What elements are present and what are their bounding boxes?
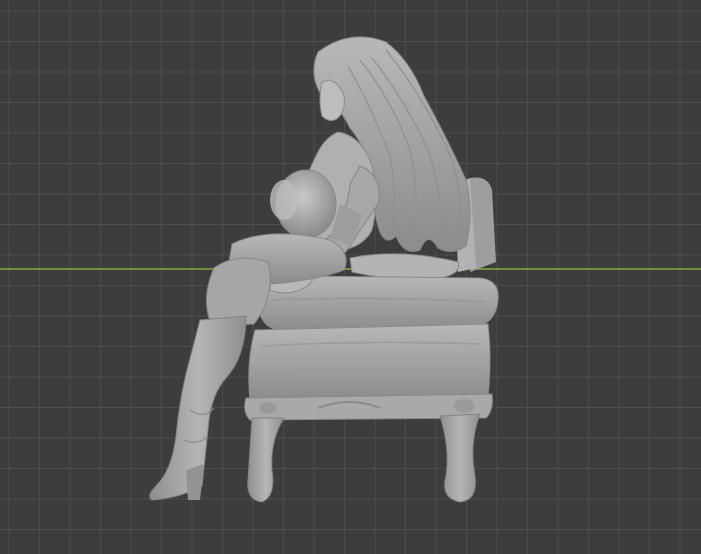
sofa-base: [244, 323, 493, 421]
3d-viewport[interactable]: [0, 0, 701, 554]
boot: [149, 315, 247, 501]
sofa-legs: [247, 413, 481, 503]
sculpt-model[interactable]: [0, 0, 701, 554]
sofa-pillow: [349, 253, 460, 280]
